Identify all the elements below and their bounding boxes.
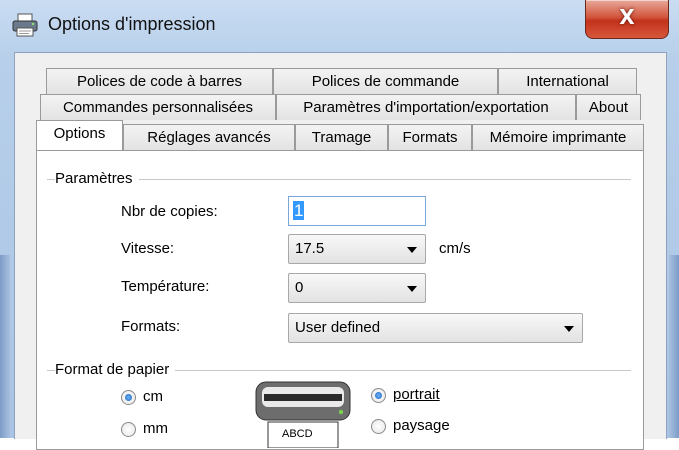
chevron-down-icon — [407, 286, 417, 292]
vitesse-select[interactable]: 17.5 — [288, 234, 426, 264]
options-tab-panel: Paramètres Nbr de copies: 1 Vitesse: 17.… — [36, 150, 644, 450]
printer-icon — [12, 13, 38, 37]
temperature-select[interactable]: 0 — [288, 273, 426, 303]
orient-portrait-radio[interactable] — [371, 388, 386, 403]
close-icon: X — [619, 5, 635, 29]
tab-parametres-import-export[interactable]: Paramètres d'importation/exportation — [276, 94, 576, 120]
vitesse-label: Vitesse: — [121, 240, 175, 257]
tab-formats[interactable]: Formats — [388, 124, 472, 150]
formats-select[interactable]: User defined — [288, 313, 583, 343]
window-title: Options d'impression — [48, 14, 216, 34]
unit-cm-radio[interactable] — [121, 390, 136, 405]
window-border-right — [669, 255, 679, 438]
tab-tramage[interactable]: Tramage — [295, 124, 388, 150]
window-border-left — [0, 255, 10, 438]
chevron-down-icon — [407, 247, 417, 253]
printer-sample-text: ABCD — [282, 428, 313, 440]
tab-commandes-personnalisees[interactable]: Commandes personnalisées — [40, 94, 276, 120]
orient-paysage-label[interactable]: paysage — [393, 417, 450, 434]
tab-polices-commande[interactable]: Polices de commande — [273, 68, 498, 94]
orient-paysage-radio[interactable] — [371, 419, 386, 434]
tab-about[interactable]: About — [576, 94, 641, 120]
temperature-label: Température: — [121, 278, 210, 295]
orient-portrait-label[interactable]: portrait — [393, 386, 440, 403]
tab-reglages-avances[interactable]: Réglages avancés — [123, 124, 295, 150]
format-papier-group-label: Format de papier — [55, 361, 176, 378]
copies-input[interactable]: 1 — [288, 196, 426, 226]
formats-value: User defined — [295, 319, 381, 336]
title-bar: Options d'impression X — [0, 0, 679, 52]
copies-label: Nbr de copies: — [121, 203, 218, 220]
vitesse-unit: cm/s — [439, 240, 471, 257]
unit-cm-label[interactable]: cm — [143, 388, 163, 405]
print-options-window: Options d'impression X Polices de code à… — [0, 0, 679, 450]
close-button[interactable]: X — [585, 0, 669, 39]
tab-international[interactable]: International — [498, 68, 637, 94]
vitesse-value: 17.5 — [295, 240, 325, 257]
tab-options[interactable]: Options — [36, 120, 123, 150]
parametres-group-label: Paramètres — [55, 170, 139, 187]
chevron-down-icon — [564, 326, 574, 332]
unit-mm-radio[interactable] — [121, 422, 136, 437]
tab-polices-code-barres[interactable]: Polices de code à barres — [46, 68, 273, 94]
copies-value: 1 — [293, 201, 305, 220]
temperature-value: 0 — [295, 279, 304, 296]
formats-label: Formats: — [121, 318, 181, 335]
unit-mm-label[interactable]: mm — [143, 420, 168, 437]
tab-memoire-imprimante[interactable]: Mémoire imprimante — [472, 124, 644, 150]
